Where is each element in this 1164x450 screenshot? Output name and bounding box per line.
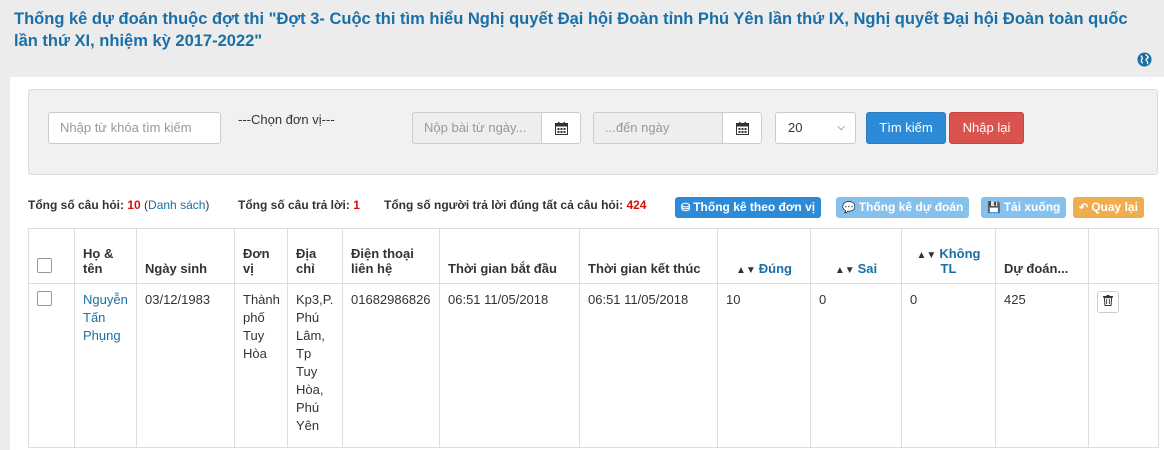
to-date-calendar-button[interactable] [722, 112, 762, 144]
col-no-answer-label: Không TL [939, 246, 981, 276]
calendar-icon [554, 121, 568, 135]
participant-name-link[interactable]: Nguyễn Tấn Phụng [83, 292, 128, 343]
stats-by-unit-button[interactable]: ⛁ Thống kê theo đơn vị [675, 197, 822, 218]
col-unit: Đơn vị [234, 228, 288, 284]
answers-label: Tổng số câu trả lời: [238, 198, 350, 212]
results-table: Họ & tên Ngày sinh Đơn vị Địa chỉ Điện t… [28, 228, 1159, 448]
reply-icon: ↶ [1079, 202, 1089, 214]
cell-phone: 01682986826 [342, 283, 440, 448]
from-date-input[interactable]: Nộp bài từ ngày... [412, 112, 542, 144]
globe-icon[interactable] [1137, 52, 1152, 67]
correct-all-count: 424 [626, 198, 647, 212]
unit-select[interactable]: ---Chọn đơn vị--- [238, 112, 335, 127]
col-correct[interactable]: ▲▼ Đúng [717, 228, 811, 284]
col-address: Địa chỉ [287, 228, 343, 284]
col-phone: Điện thoại liên hệ [342, 228, 440, 284]
cell-wrong: 0 [810, 283, 902, 448]
keyword-search-input[interactable]: Nhập từ khóa tìm kiếm [48, 112, 221, 144]
sort-icon: ▲▼ [916, 250, 937, 261]
summary-questions: Tổng số câu hỏi: 10 (Danh sách) [28, 198, 210, 212]
page-size-value: 20 [788, 120, 803, 135]
correct-all-label: Tổng số người trả lời đúng tất cả câu hỏ… [384, 198, 624, 212]
comment-icon: 💬 [842, 202, 856, 214]
back-button[interactable]: ↶ Quay lại [1073, 197, 1144, 218]
cell-start: 06:51 11/05/2018 [439, 283, 580, 448]
cell-dob: 03/12/1983 [136, 283, 235, 448]
sort-icon: ▲▼ [735, 265, 756, 276]
questions-count: 10 [127, 198, 141, 212]
col-correct-label: Đúng [758, 261, 792, 276]
col-end: Thời gian kết thúc [579, 228, 718, 284]
col-start: Thời gian bắt đầu [439, 228, 580, 284]
col-name: Họ & tên [74, 228, 137, 284]
cell-unit: Thành phố Tuy Hòa [234, 283, 288, 448]
cell-actions [1088, 283, 1159, 448]
cell-prediction: 425 [995, 283, 1089, 448]
col-dob: Ngày sinh [136, 228, 235, 284]
col-actions [1088, 228, 1159, 284]
col-wrong[interactable]: ▲▼ Sai [810, 228, 902, 284]
table-header-row: Họ & tên Ngày sinh Đơn vị Địa chỉ Điện t… [28, 228, 1159, 284]
trash-icon [1103, 295, 1113, 306]
col-prediction: Dự đoán... [995, 228, 1089, 284]
save-icon: 💾 [987, 202, 1001, 214]
calendar-icon [735, 121, 749, 135]
select-all-checkbox[interactable] [37, 258, 52, 273]
row-checkbox[interactable] [37, 291, 52, 306]
questions-label: Tổng số câu hỏi: [28, 198, 124, 212]
reset-button[interactable]: Nhập lại [949, 112, 1024, 144]
delete-button[interactable] [1097, 291, 1119, 313]
from-date-calendar-button[interactable] [541, 112, 581, 144]
chevron-down-icon: ⌵ [837, 122, 845, 133]
database-icon: ⛁ [681, 202, 691, 214]
question-list-link[interactable]: Danh sách [148, 198, 205, 212]
col-no-answer[interactable]: ▲▼ Không TL [901, 228, 996, 284]
cell-name: Nguyễn Tấn Phụng [74, 283, 137, 448]
main-content: Nhập từ khóa tìm kiếm ---Chọn đơn vị--- … [10, 77, 1164, 450]
cell-no-answer: 0 [901, 283, 996, 448]
page-header: Thống kê dự đoán thuộc đợt thi "Đợt 3- C… [0, 0, 1164, 78]
summary-answers: Tổng số câu trả lời: 1 [238, 198, 360, 212]
cell-correct: 10 [717, 283, 811, 448]
sort-icon: ▲▼ [834, 265, 855, 276]
back-label: Quay lại [1091, 200, 1138, 214]
stats-prediction-button[interactable]: 💬 Thống kê dự đoán [836, 197, 970, 218]
cell-end: 06:51 11/05/2018 [579, 283, 718, 448]
cell-address: Kp3,P. Phú Lâm, Tp Tuy Hòa, Phú Yên [287, 283, 343, 448]
col-wrong-label: Sai [857, 261, 878, 276]
row-select-cell [28, 283, 75, 448]
download-button[interactable]: 💾 Tải xuống [981, 197, 1067, 218]
select-all-cell [28, 228, 75, 284]
page-title: Thống kê dự đoán thuộc đợt thi "Đợt 3- C… [14, 10, 1128, 50]
download-label: Tải xuống [1003, 200, 1061, 214]
page-size-select[interactable]: 20 ⌵ [775, 112, 856, 144]
answers-count: 1 [353, 198, 360, 212]
filter-panel: Nhập từ khóa tìm kiếm ---Chọn đơn vị--- … [28, 89, 1158, 175]
stats-by-unit-label: Thống kê theo đơn vị [693, 200, 816, 214]
to-date-input[interactable]: ...đến ngày [593, 112, 723, 144]
search-button[interactable]: Tìm kiếm [866, 112, 946, 144]
stats-prediction-label: Thống kê dự đoán [858, 200, 964, 214]
table-row: Nguyễn Tấn Phụng 03/12/1983 Thành phố Tu… [28, 283, 1159, 448]
summary-correct-all: Tổng số người trả lời đúng tất cả câu hỏ… [384, 198, 646, 212]
